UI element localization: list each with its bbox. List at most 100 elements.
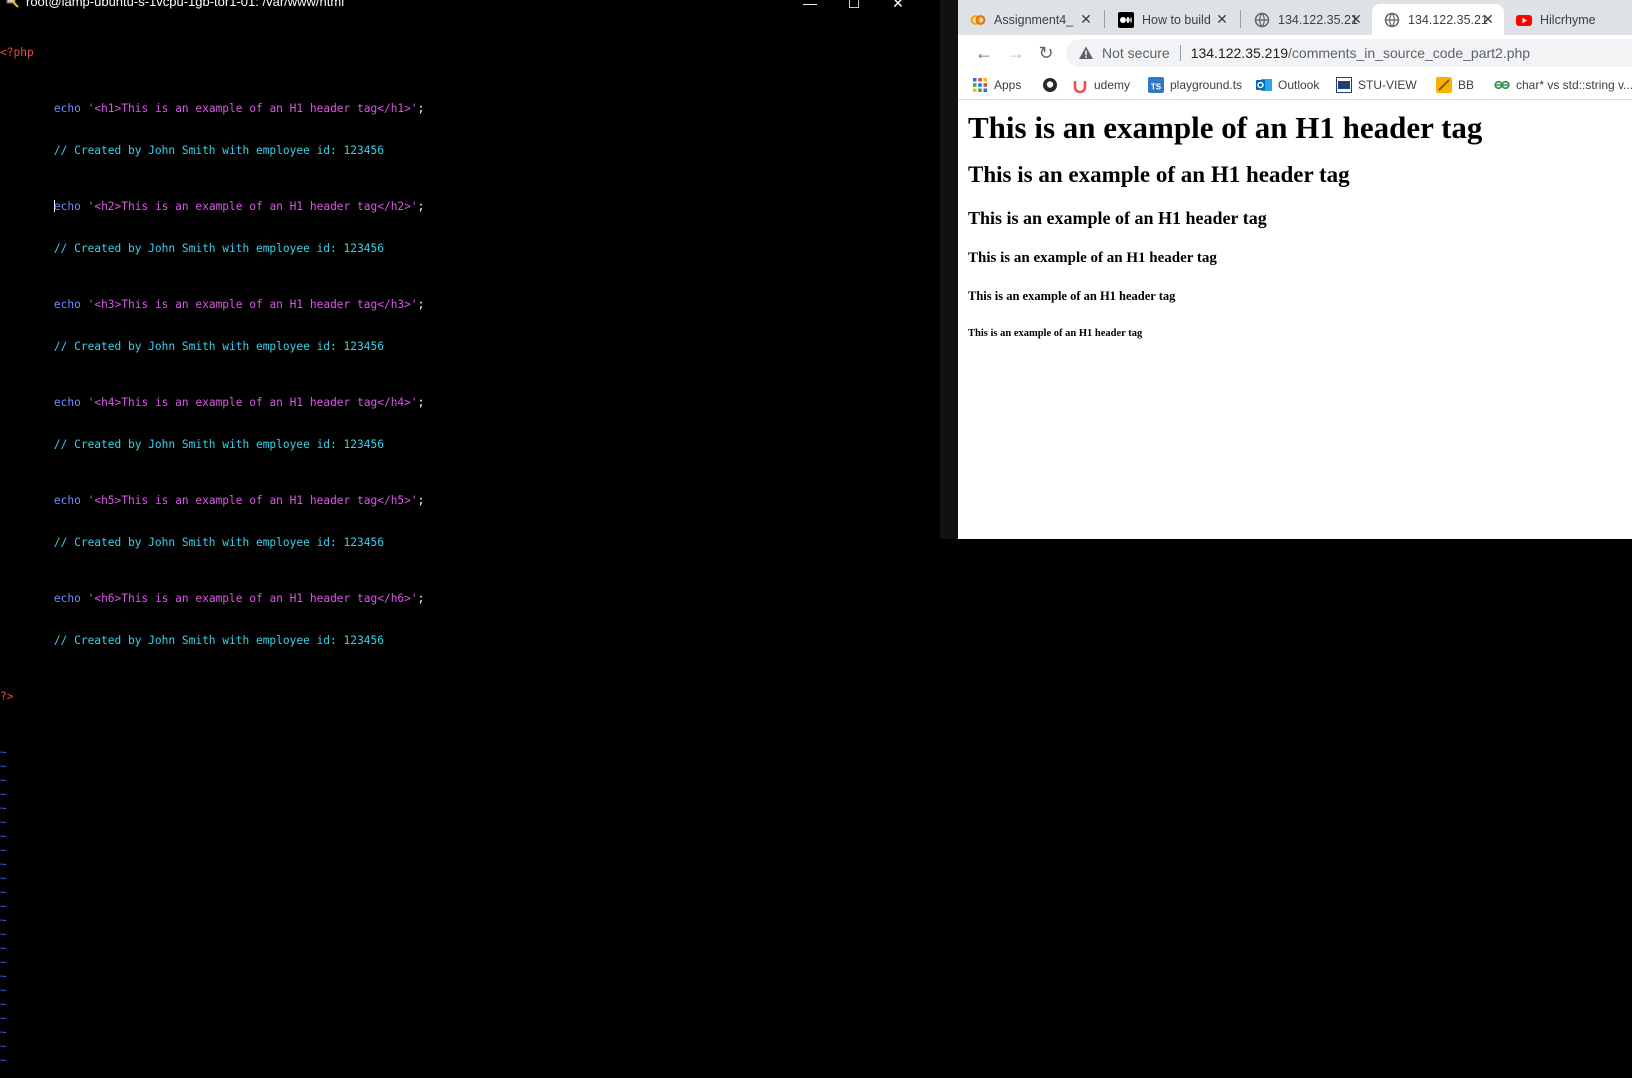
code-line: echo '<h4>This is an example of an H1 he… bbox=[0, 396, 950, 410]
empty-line-tilde: ~ bbox=[0, 998, 7, 1011]
empty-line-tilde: ~ bbox=[0, 802, 7, 815]
code-line: // Created by John Smith with employee i… bbox=[0, 242, 950, 256]
stu-view-icon bbox=[1336, 77, 1352, 93]
udemy-icon bbox=[1072, 77, 1088, 94]
bookmarks-bar: Apps udemy TS playground.ts Outlook STU-… bbox=[958, 71, 1632, 100]
outlook-icon bbox=[1256, 77, 1272, 93]
close-tab-icon[interactable]: ✕ bbox=[1480, 11, 1496, 27]
close-tab-icon[interactable]: ✕ bbox=[1214, 11, 1230, 27]
code-line: ?> bbox=[0, 690, 950, 704]
semicolon: ; bbox=[417, 102, 425, 115]
bookmark-label: char* vs std::string v... bbox=[1516, 78, 1632, 92]
back-arrow-icon[interactable]: ← bbox=[972, 41, 996, 65]
bookmark-apps[interactable]: Apps bbox=[972, 75, 1021, 95]
empty-lines: ~ ~ ~ ~ ~ ~ ~ ~ ~ ~ ~ ~ ~ ~ ~ ~ ~ ~ ~ ~ ~ ~ ~ bbox=[0, 746, 950, 1068]
tab-assignment[interactable]: Assignment4_ ✕ bbox=[958, 4, 1102, 35]
not-secure-label[interactable]: Not secure bbox=[1102, 45, 1170, 61]
vim-editor[interactable]: <?php echo '<h1>This is an example of an… bbox=[0, 18, 950, 1078]
echo-keyword: echo bbox=[53, 494, 81, 507]
close-tab-icon[interactable]: ✕ bbox=[1348, 11, 1364, 27]
string-literal: '<h5>This is an example of an H1 header … bbox=[87, 494, 418, 507]
semicolon: ; bbox=[417, 298, 425, 311]
echo-keyword: echo bbox=[53, 200, 81, 213]
heading-h4: This is an example of an H1 header tag bbox=[968, 250, 1217, 266]
svg-text:TS: TS bbox=[1151, 83, 1162, 92]
putty-icon bbox=[6, 0, 19, 8]
browser-toolbar: ← → ↻ Not secure 134.122.35.219/comments… bbox=[958, 35, 1632, 71]
tab-how-to-build[interactable]: How to build ✕ bbox=[1106, 4, 1238, 35]
tab-strip: Assignment4_ ✕ How to build ✕ 134.122.35… bbox=[958, 0, 1632, 35]
forward-arrow-icon[interactable]: → bbox=[1004, 41, 1028, 65]
github-icon bbox=[1042, 77, 1058, 93]
empty-line-tilde: ~ bbox=[0, 858, 7, 871]
heading-h2: This is an example of an H1 header tag bbox=[968, 162, 1350, 187]
tab-ip-1[interactable]: 134.122.35.21 ✕ bbox=[1242, 4, 1372, 35]
minimize-button[interactable]: — bbox=[790, 0, 830, 10]
terminal-titlebar[interactable]: root@lamp-ubuntu-s-1vcpu-1gb-tor1-01: /v… bbox=[0, 0, 958, 10]
terminal-scrollbar[interactable] bbox=[940, 0, 958, 539]
semicolon: ; bbox=[417, 396, 425, 409]
bookmark-playground[interactable]: TS playground.ts bbox=[1148, 75, 1242, 95]
address-bar[interactable]: Not secure 134.122.35.219/comments_in_so… bbox=[1066, 39, 1632, 67]
bookmark-github[interactable] bbox=[1042, 75, 1064, 95]
terminal-title: root@lamp-ubuntu-s-1vcpu-1gb-tor1-01: /v… bbox=[26, 0, 345, 9]
bookmark-label: playground.ts bbox=[1170, 78, 1243, 92]
empty-line-tilde: ~ bbox=[0, 830, 7, 843]
omnibox-separator bbox=[1179, 45, 1181, 61]
empty-line-tilde: ~ bbox=[0, 914, 7, 927]
code-comment: // Created by John Smith with employee i… bbox=[53, 144, 384, 157]
bookmark-udemy[interactable]: udemy bbox=[1072, 75, 1130, 95]
echo-keyword: echo bbox=[53, 592, 81, 605]
code-line: // Created by John Smith with employee i… bbox=[0, 634, 950, 648]
empty-line-tilde: ~ bbox=[0, 1040, 7, 1053]
code-line: // Created by John Smith with employee i… bbox=[0, 438, 950, 452]
code-line: echo '<h5>This is an example of an H1 he… bbox=[0, 494, 950, 508]
tab-ip-2-active[interactable]: 134.122.35.21 ✕ bbox=[1372, 4, 1504, 35]
php-open-tag: <?php bbox=[0, 46, 34, 59]
code-comment: // Created by John Smith with employee i… bbox=[53, 438, 384, 451]
empty-line-tilde: ~ bbox=[0, 984, 7, 997]
echo-keyword: echo bbox=[53, 396, 81, 409]
reload-icon[interactable]: ↻ bbox=[1034, 41, 1058, 65]
empty-line-tilde: ~ bbox=[0, 816, 7, 829]
empty-line-tilde: ~ bbox=[0, 900, 7, 913]
string-literal: '<h3>This is an example of an H1 header … bbox=[87, 298, 418, 311]
medium-icon bbox=[1118, 11, 1134, 28]
bookmark-geeksforgeeks[interactable]: char* vs std::string v... bbox=[1494, 75, 1632, 95]
tab-label: Hilcrhyme bbox=[1540, 12, 1596, 27]
code-comment: // Created by John Smith with employee i… bbox=[53, 634, 384, 647]
code-line: // Created by John Smith with employee i… bbox=[0, 536, 950, 550]
bookmark-label: Apps bbox=[994, 78, 1022, 92]
close-button[interactable]: ✕ bbox=[878, 0, 918, 10]
empty-line-tilde: ~ bbox=[0, 774, 7, 787]
code-comment: // Created by John Smith with employee i… bbox=[53, 242, 384, 255]
code-comment: // Created by John Smith with employee i… bbox=[53, 340, 384, 353]
empty-line-tilde: ~ bbox=[0, 760, 7, 773]
tab-youtube[interactable]: Hilcrhyme bbox=[1504, 4, 1632, 35]
semicolon: ; bbox=[417, 494, 425, 507]
close-tab-icon[interactable]: ✕ bbox=[1078, 11, 1094, 27]
bookmark-outlook[interactable]: Outlook bbox=[1256, 75, 1319, 95]
code-line: // Created by John Smith with employee i… bbox=[0, 144, 950, 158]
colab-icon bbox=[970, 12, 986, 28]
maximize-button[interactable]: ☐ bbox=[834, 0, 874, 10]
tab-separator bbox=[1104, 10, 1105, 28]
empty-line-tilde: ~ bbox=[0, 942, 7, 955]
code-line: echo '<h6>This is an example of an H1 he… bbox=[0, 592, 950, 606]
empty-line-tilde: ~ bbox=[0, 886, 7, 899]
string-literal: '<h4>This is an example of an H1 header … bbox=[87, 396, 418, 409]
empty-line-tilde: ~ bbox=[0, 928, 7, 941]
code-line: echo '<h1>This is an example of an H1 he… bbox=[0, 102, 950, 116]
url-host: 134.122.35.219 bbox=[1190, 45, 1289, 61]
blackboard-icon bbox=[1436, 77, 1452, 93]
bookmark-bb[interactable]: BB bbox=[1436, 75, 1474, 95]
code-line: <?php bbox=[0, 46, 950, 60]
code-comment: // Created by John Smith with employee i… bbox=[53, 536, 384, 549]
globe-icon bbox=[1384, 12, 1400, 28]
empty-line-tilde: ~ bbox=[0, 1012, 7, 1025]
string-literal: '<h1>This is an example of an H1 header … bbox=[87, 102, 418, 115]
heading-h5: This is an example of an H1 header tag bbox=[968, 289, 1176, 303]
youtube-icon bbox=[1516, 12, 1532, 28]
bookmark-stu-view[interactable]: STU-VIEW bbox=[1336, 75, 1417, 95]
empty-line-tilde: ~ bbox=[0, 788, 7, 801]
